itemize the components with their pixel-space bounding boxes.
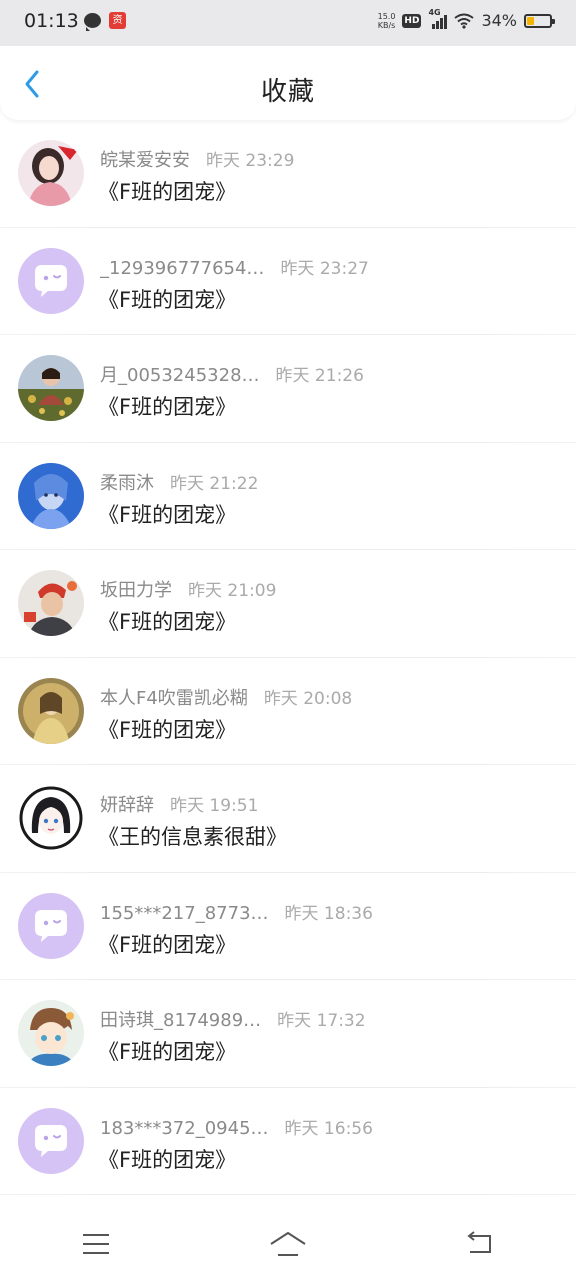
- wifi-icon: [454, 13, 475, 29]
- username[interactable]: 183***372_0945…: [100, 1118, 269, 1139]
- status-time: 01:13: [24, 10, 79, 32]
- book-title[interactable]: 《F班的团宠》: [98, 391, 236, 421]
- book-title[interactable]: 《F班的团宠》: [98, 1144, 236, 1174]
- book-title[interactable]: 《F班的团宠》: [98, 176, 236, 206]
- avatar[interactable]: [18, 1000, 84, 1066]
- timestamp: 昨天 21:22: [170, 473, 259, 494]
- username[interactable]: _129396777654…: [100, 258, 264, 279]
- back-icon: [467, 1231, 491, 1253]
- book-title[interactable]: 《王的信息素很甜》: [98, 821, 287, 851]
- message-notification-icon: [84, 13, 101, 31]
- battery-icon: [524, 13, 555, 28]
- username[interactable]: 155***217_8773…: [100, 903, 269, 924]
- avatar[interactable]: [18, 140, 84, 206]
- list-item[interactable]: _129396777654… 昨天 23:27 《F班的团宠》: [0, 228, 576, 335]
- timestamp: 昨天 23:29: [206, 151, 295, 171]
- book-title[interactable]: 《F班的团宠》: [98, 499, 236, 529]
- status-bar: 01:13 资 15.0 KB/s HD 4G 34%: [0, 0, 576, 46]
- username[interactable]: 田诗琪_8174989…: [100, 1006, 261, 1032]
- list-item[interactable]: 本人F4吹雷凯必糊 昨天 20:08 《F班的团宠》: [0, 658, 576, 765]
- avatar[interactable]: [18, 570, 84, 636]
- timestamp: 昨天 20:08: [263, 688, 353, 709]
- network-speed-value: 15.0: [377, 11, 396, 21]
- header: 收藏: [0, 46, 576, 120]
- username[interactable]: 本人F4吹雷凯必糊: [100, 684, 248, 710]
- book-title[interactable]: 《F班的团宠》: [98, 606, 236, 636]
- list-item[interactable]: 月_0053245328… 昨天 21:26 《F班的团宠》: [0, 335, 576, 443]
- back-nav-button[interactable]: [450, 1219, 510, 1269]
- page-title: 收藏: [260, 77, 315, 107]
- avatar[interactable]: [18, 892, 84, 959]
- avatar[interactable]: [18, 247, 84, 314]
- home-icon: [270, 1232, 306, 1256]
- menu-icon: [83, 1234, 109, 1254]
- list-item[interactable]: 155***217_8773… 昨天 18:36 《F班的团宠》: [0, 873, 576, 980]
- avatar[interactable]: [18, 677, 84, 744]
- network-speed-unit: KB/s: [377, 20, 396, 30]
- username[interactable]: 坂田力学: [100, 576, 172, 602]
- menu-button[interactable]: [66, 1219, 126, 1269]
- book-title[interactable]: 《F班的团宠》: [98, 714, 236, 744]
- signal-icon: 4G: [428, 8, 448, 29]
- list-item[interactable]: 田诗琪_8174989… 昨天 17:32 《F班的团宠》: [0, 980, 576, 1088]
- timestamp: 昨天 23:27: [280, 258, 369, 279]
- book-title[interactable]: 《F班的团宠》: [98, 1036, 236, 1066]
- list-item[interactable]: 皖某爱安安 昨天 23:29 《F班的团宠》: [0, 120, 576, 228]
- list-item[interactable]: 183***372_0945… 昨天 16:56 《F班的团宠》: [0, 1088, 576, 1195]
- timestamp: 昨天 19:51: [170, 796, 259, 816]
- username[interactable]: 妍辞辞: [100, 791, 154, 817]
- app-notification-icon: 资: [109, 12, 126, 29]
- battery-fill: [527, 16, 535, 25]
- hd-icon: HD: [402, 13, 422, 28]
- battery-percent: 34%: [481, 11, 517, 30]
- avatar[interactable]: [18, 785, 84, 851]
- timestamp: 昨天 21:09: [188, 581, 277, 601]
- book-title[interactable]: 《F班的团宠》: [98, 929, 236, 959]
- timestamp: 昨天 17:32: [277, 1011, 366, 1031]
- favorites-list: 皖某爱安安 昨天 23:29 《F班的团宠》 _129396777654… 昨天…: [0, 120, 576, 1195]
- username[interactable]: 皖某爱安安: [100, 146, 190, 172]
- book-title[interactable]: 《F班的团宠》: [98, 284, 236, 314]
- timestamp: 昨天 18:36: [284, 903, 373, 924]
- timestamp: 昨天 16:56: [284, 1118, 373, 1139]
- system-nav-bar: [0, 1208, 576, 1280]
- username[interactable]: 月_0053245328…: [100, 361, 260, 387]
- list-item[interactable]: 妍辞辞 昨天 19:51 《王的信息素很甜》: [0, 765, 576, 873]
- network-type-label: 4G: [428, 8, 441, 17]
- avatar[interactable]: [18, 1107, 84, 1174]
- avatar[interactable]: [18, 462, 84, 529]
- network-speed: 15.0 KB/s: [378, 12, 396, 30]
- timestamp: 昨天 21:26: [275, 366, 364, 386]
- list-item[interactable]: 柔雨沐 昨天 21:22 《F班的团宠》: [0, 443, 576, 550]
- avatar[interactable]: [18, 355, 84, 421]
- home-button[interactable]: [258, 1219, 318, 1269]
- username[interactable]: 柔雨沐: [100, 469, 154, 495]
- list-item[interactable]: 坂田力学 昨天 21:09 《F班的团宠》: [0, 550, 576, 658]
- divider: [0, 1194, 576, 1195]
